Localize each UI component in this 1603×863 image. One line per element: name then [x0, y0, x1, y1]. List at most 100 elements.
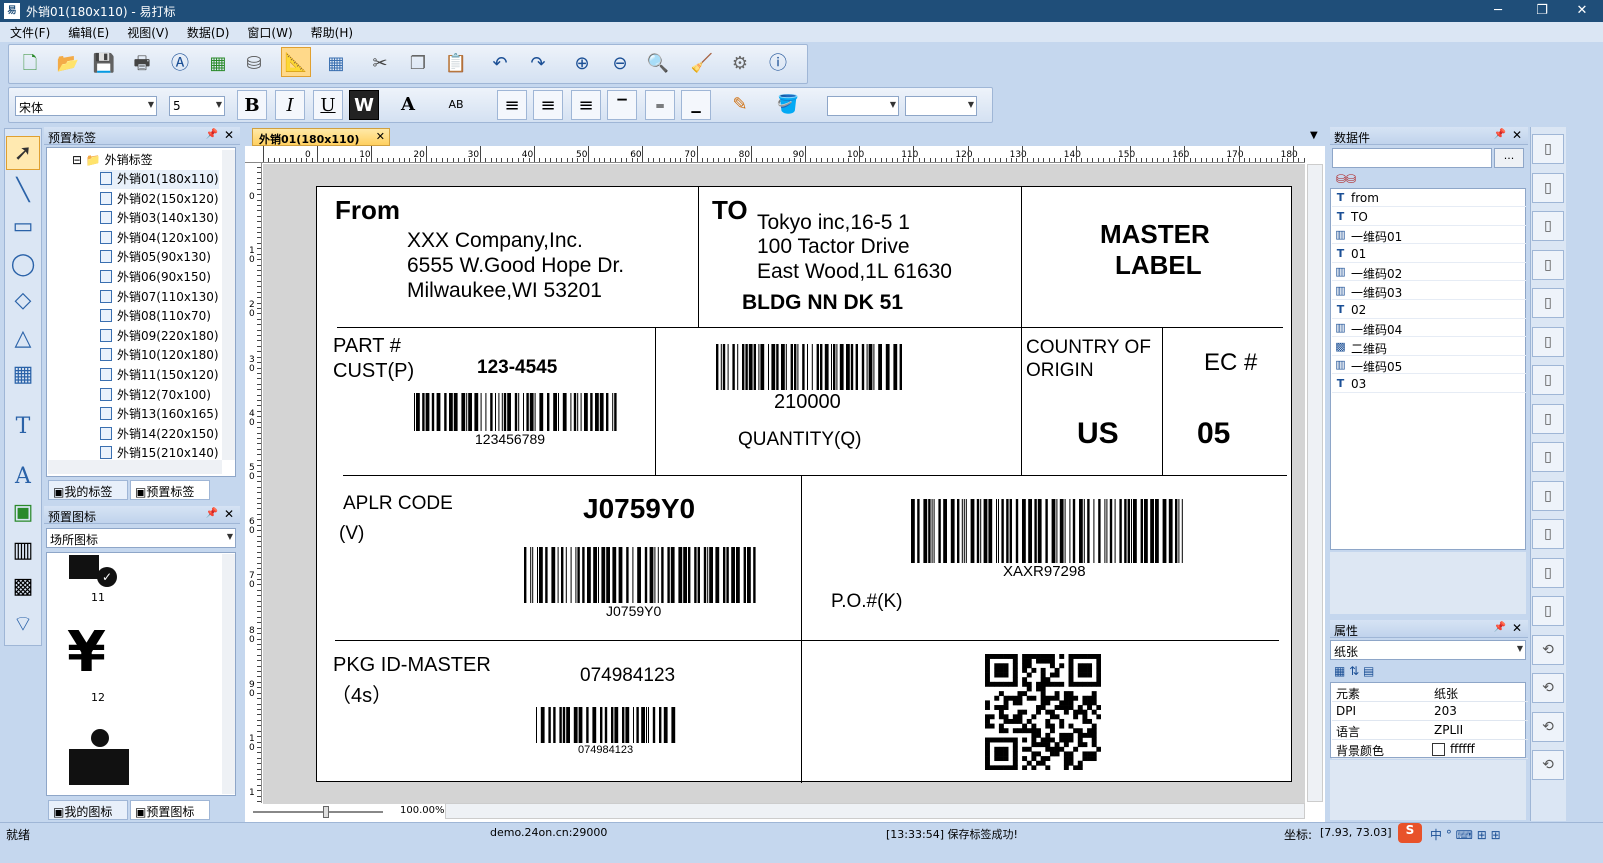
- part-value[interactable]: 123-4545: [477, 357, 557, 379]
- data-item[interactable]: ▥ 一维码01: [1332, 226, 1526, 245]
- align-middle-icon[interactable]: ═: [645, 90, 675, 120]
- to-line-2[interactable]: 100 Tactor Drive: [757, 235, 910, 259]
- menu-edit[interactable]: 编辑(E): [58, 22, 117, 41]
- triangle-tool-icon[interactable]: △: [6, 322, 40, 356]
- rotate-1-right-icon[interactable]: ⟲: [1532, 673, 1564, 703]
- tab-preset-labels[interactable]: ▣预置标签: [130, 480, 210, 500]
- pkg-value[interactable]: 074984123: [580, 665, 675, 687]
- label-sheet[interactable]: From XXX Company,Inc. 6555 W.Good Hope D…: [316, 186, 1292, 783]
- po-barcode[interactable]: [911, 499, 1185, 563]
- tree-scrollbar[interactable]: [222, 150, 235, 460]
- close-icon[interactable]: ✕: [376, 130, 385, 143]
- tree-item-label-template[interactable]: 外销09(220x180): [100, 327, 219, 346]
- center-h-icon[interactable]: ▯: [1532, 557, 1564, 588]
- master-line-1[interactable]: MASTER: [1100, 219, 1210, 250]
- pkg-barcode[interactable]: [536, 707, 676, 743]
- po-barcode-text[interactable]: XAXR97298: [1003, 563, 1086, 580]
- pin-icon[interactable]: 📌: [206, 508, 218, 519]
- grid-icon[interactable]: ▦: [321, 49, 351, 79]
- pin-icon[interactable]: 📌: [206, 129, 218, 140]
- pointer-tool-icon[interactable]: ➚: [6, 136, 40, 170]
- open-folder-icon[interactable]: 📂: [53, 49, 83, 79]
- align-right-edge-icon[interactable]: ▯: [1532, 211, 1564, 241]
- align-right-icon[interactable]: ≡: [571, 90, 601, 120]
- same-width-icon[interactable]: ▯: [1532, 365, 1564, 395]
- clear-icon[interactable]: 🧹: [687, 49, 717, 79]
- zoom-fit-icon[interactable]: 🔍: [643, 49, 673, 79]
- data-source-input[interactable]: [1332, 148, 1492, 168]
- close-button[interactable]: ✕: [1560, 0, 1603, 22]
- ime-tray-icons[interactable]: 中 ° ⌨ ⊞ ⊞: [1430, 826, 1501, 843]
- center-v-icon[interactable]: ▯: [1532, 596, 1564, 626]
- char-spacing-icon[interactable]: AB: [441, 90, 471, 120]
- tab-my-icons[interactable]: ▣我的图标: [48, 800, 128, 820]
- prop-row[interactable]: DPI 203: [1332, 702, 1528, 721]
- same-size-icon[interactable]: ▯: [1532, 442, 1564, 472]
- data-item[interactable]: T 01: [1332, 245, 1526, 263]
- tree-item-label-template[interactable]: 外销02(150x120): [100, 190, 219, 209]
- font-size-select[interactable]: 5 ▼: [169, 96, 225, 116]
- zoom-slider[interactable]: [249, 804, 383, 820]
- qrcode-tool-icon[interactable]: ▩: [6, 570, 40, 604]
- tree-item-label-template[interactable]: 外销01(180x110): [100, 170, 219, 189]
- prop-row[interactable]: 语言 ZPLII: [1332, 721, 1528, 740]
- tree-item-label-template[interactable]: 外销03(140x130): [100, 209, 219, 228]
- data-item[interactable]: ▩ 二维码: [1332, 338, 1526, 356]
- barcode-tool-icon[interactable]: ▥: [6, 534, 40, 568]
- menu-file[interactable]: 文件(F): [0, 22, 58, 41]
- paste-icon[interactable]: 📋: [441, 49, 471, 79]
- font-name-select[interactable]: 宋体 ▼: [15, 96, 157, 116]
- menu-window[interactable]: 窗口(W): [237, 22, 300, 41]
- ellipse-tool-icon[interactable]: ◯: [6, 248, 40, 282]
- to-line-3[interactable]: East Wood,1L 61630: [757, 260, 952, 284]
- zoom-in-icon[interactable]: ⊕: [567, 49, 597, 79]
- diamond-tool-icon[interactable]: ◇: [6, 284, 40, 318]
- image-tool-icon[interactable]: ▣: [6, 496, 40, 530]
- from-line-2[interactable]: 6555 W.Good Hope Dr.: [407, 254, 624, 278]
- database-icon[interactable]: ⛁: [239, 49, 269, 79]
- close-icon[interactable]: ✕: [224, 128, 234, 142]
- settings-gear-icon[interactable]: ⚙: [725, 49, 755, 79]
- aplr-label[interactable]: APLR CODE: [343, 493, 453, 515]
- align-hcenter-icon[interactable]: ▯: [1532, 172, 1564, 203]
- tab-my-labels[interactable]: ▣我的标签: [48, 480, 128, 500]
- data-item[interactable]: T 03: [1332, 375, 1526, 393]
- sort-icon[interactable]: ▦ ⇅ ▤: [1334, 664, 1374, 678]
- part-label-1[interactable]: PART #: [333, 335, 401, 358]
- from-line-1[interactable]: XXX Company,Inc.: [407, 229, 583, 253]
- country-value[interactable]: US: [1077, 417, 1119, 451]
- zoom-thumb[interactable]: [323, 806, 329, 818]
- yen-icon[interactable]: ¥: [67, 623, 106, 683]
- bold-button[interactable]: B: [237, 90, 267, 120]
- align-top-edge-icon[interactable]: ▯: [1532, 249, 1564, 280]
- maximize-button[interactable]: ❐: [1520, 0, 1564, 22]
- po-label[interactable]: P.O.#(K): [831, 591, 902, 613]
- aplr-barcode-text[interactable]: J0759Y0: [606, 603, 661, 619]
- zoom-out-icon[interactable]: ⊖: [605, 49, 635, 79]
- align-bottom-edge-icon[interactable]: ▯: [1532, 326, 1564, 357]
- rfid-tool-icon[interactable]: ⌔: [6, 608, 40, 642]
- line-width-select[interactable]: ▼: [905, 96, 977, 116]
- quantity-barcode[interactable]: [716, 344, 904, 390]
- data-item[interactable]: Tfrom: [1332, 189, 1526, 207]
- line-color-icon[interactable]: ✎: [725, 90, 755, 120]
- data-item[interactable]: T 02: [1332, 301, 1526, 319]
- pkg-label[interactable]: PKG ID-MASTER: [333, 654, 491, 677]
- tree-item-label-template[interactable]: 外销11(150x120): [100, 366, 219, 385]
- prop-row[interactable]: 元素 纸张: [1332, 683, 1528, 702]
- underline-button[interactable]: U: [313, 90, 343, 120]
- color-swatch[interactable]: [1432, 743, 1445, 756]
- tree-item-label-template[interactable]: 外销05(90x130): [100, 248, 211, 267]
- italic-button[interactable]: I: [275, 90, 305, 120]
- database-connect-icon[interactable]: ⛁⛁: [1336, 172, 1356, 186]
- undo-icon[interactable]: ↶: [485, 49, 515, 79]
- icon-category-select[interactable]: 场所图标 ▼: [46, 528, 236, 548]
- ruler-icon[interactable]: 📐: [281, 47, 311, 77]
- close-icon[interactable]: ✕: [224, 507, 234, 521]
- part-barcode[interactable]: [414, 393, 622, 431]
- wide-font-button[interactable]: W: [349, 90, 379, 120]
- print-icon[interactable]: 🖶: [127, 49, 157, 79]
- save-icon[interactable]: 💾: [89, 49, 119, 79]
- tree-item-label-template[interactable]: 外销14(220x150): [100, 425, 219, 444]
- same-height-icon[interactable]: ▯: [1532, 403, 1564, 434]
